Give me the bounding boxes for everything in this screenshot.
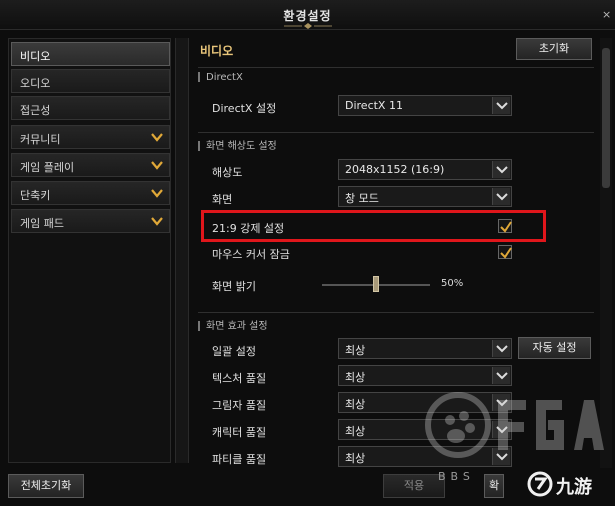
chevron-down-icon bbox=[151, 217, 163, 226]
mouse-lock-checkbox[interactable] bbox=[498, 245, 512, 259]
brightness-value: 50% bbox=[441, 278, 464, 289]
dropdown-value: 최상 bbox=[345, 398, 366, 411]
overall-quality-dropdown[interactable]: 최상 bbox=[338, 338, 512, 359]
sidebar-item-label: 오디오 bbox=[20, 77, 51, 90]
sidebar-item-hotkeys[interactable]: 단축키 bbox=[11, 181, 170, 205]
particle-quality-label: 파티클 품질 bbox=[212, 453, 267, 466]
dropdown-value: 최상 bbox=[345, 452, 366, 465]
resolution-label: 해상도 bbox=[212, 166, 243, 179]
chevron-down-icon bbox=[151, 189, 163, 198]
dropdown-value: 창 모드 bbox=[345, 192, 379, 205]
watermark-logo-icon bbox=[425, 392, 604, 458]
sidebar-item-label: 단축키 bbox=[20, 189, 51, 202]
dropdown-value: 최상 bbox=[345, 425, 366, 438]
title-ornament-icon bbox=[284, 23, 332, 29]
sidebar-item-label: 게임 패드 bbox=[20, 217, 64, 230]
resolution-dropdown[interactable]: 2048x1152 (16:9) bbox=[338, 159, 512, 180]
reset-all-button[interactable]: 전체초기화 bbox=[8, 474, 84, 498]
watermark-brand: 九游 bbox=[526, 469, 612, 499]
texture-quality-label: 텍스처 품질 bbox=[212, 372, 267, 385]
mouse-lock-label: 마우스 커서 잠금 bbox=[212, 248, 290, 261]
group-heading-effects: 화면 효과 설정 bbox=[198, 317, 268, 332]
sidebar-item-label: 비디오 bbox=[20, 50, 51, 63]
divider bbox=[198, 312, 594, 313]
divider bbox=[198, 132, 594, 133]
sidebar-item-label: 게임 플레이 bbox=[20, 161, 75, 174]
screen-mode-label: 화면 bbox=[212, 193, 233, 206]
chevron-down-icon bbox=[151, 161, 163, 170]
sidebar-item-community[interactable]: 커뮤니티 bbox=[11, 125, 170, 149]
sidebar-item-label: 접근성 bbox=[20, 104, 51, 117]
dropdown-value: 2048x1152 (16:9) bbox=[345, 163, 445, 176]
dropdown-value: 최상 bbox=[345, 344, 366, 357]
sidebar-item-audio[interactable]: 오디오 bbox=[11, 69, 170, 93]
ok-button[interactable]: 확 bbox=[484, 474, 504, 498]
group-heading-directx: DirectX bbox=[198, 72, 243, 83]
brand-text: 九游 bbox=[556, 477, 592, 498]
highlight-annotation bbox=[201, 210, 546, 242]
title-bar: 환경설정 × bbox=[0, 0, 615, 30]
directx-dropdown[interactable]: DirectX 11 bbox=[338, 95, 512, 116]
group-heading-text: 화면 해상도 설정 bbox=[206, 141, 277, 152]
chevron-down-icon[interactable] bbox=[492, 188, 510, 205]
shadow-quality-label: 그림자 품질 bbox=[212, 399, 267, 412]
sidebar-item-video[interactable]: 비디오 bbox=[11, 42, 170, 66]
overall-quality-label: 일괄 설정 bbox=[212, 345, 256, 358]
group-heading-resolution: 화면 해상도 설정 bbox=[198, 137, 277, 152]
auto-setting-button[interactable]: 자동 설정 bbox=[518, 337, 591, 359]
dropdown-value: DirectX 11 bbox=[345, 99, 403, 112]
sidebar-item-accessibility[interactable]: 접근성 bbox=[11, 96, 170, 120]
divider bbox=[198, 67, 594, 68]
group-heading-text: 화면 효과 설정 bbox=[206, 321, 268, 332]
section-title: 비디오 bbox=[200, 44, 234, 58]
directx-setting-label: DirectX 설정 bbox=[212, 102, 277, 115]
reset-button[interactable]: 초기화 bbox=[516, 38, 592, 60]
chevron-down-icon[interactable] bbox=[492, 340, 510, 357]
brightness-label: 화면 밝기 bbox=[212, 280, 256, 293]
chevron-down-icon[interactable] bbox=[492, 97, 510, 114]
scrollbar-thumb[interactable] bbox=[602, 48, 610, 188]
group-heading-text: DirectX bbox=[206, 72, 243, 83]
character-quality-label: 캐릭터 품질 bbox=[212, 426, 267, 439]
chevron-down-icon bbox=[151, 133, 163, 142]
apply-button[interactable]: 적용 bbox=[383, 474, 445, 498]
sidebar-item-label: 커뮤니티 bbox=[20, 133, 61, 146]
sidebar: 비디오 오디오 접근성 커뮤니티 게임 플레이 단축키 게임 패드 bbox=[8, 38, 171, 463]
sidebar-item-gamepad[interactable]: 게임 패드 bbox=[11, 209, 170, 233]
checkmark-icon bbox=[500, 247, 512, 259]
dropdown-value: 최상 bbox=[345, 371, 366, 384]
sidebar-scrollbar[interactable] bbox=[175, 38, 189, 463]
watermark-text: BBS bbox=[438, 470, 475, 483]
screen-mode-dropdown[interactable]: 창 모드 bbox=[338, 186, 512, 207]
brightness-slider-handle[interactable] bbox=[373, 276, 379, 292]
close-icon[interactable]: × bbox=[602, 8, 612, 21]
chevron-down-icon[interactable] bbox=[492, 161, 510, 178]
sidebar-item-gameplay[interactable]: 게임 플레이 bbox=[11, 153, 170, 177]
